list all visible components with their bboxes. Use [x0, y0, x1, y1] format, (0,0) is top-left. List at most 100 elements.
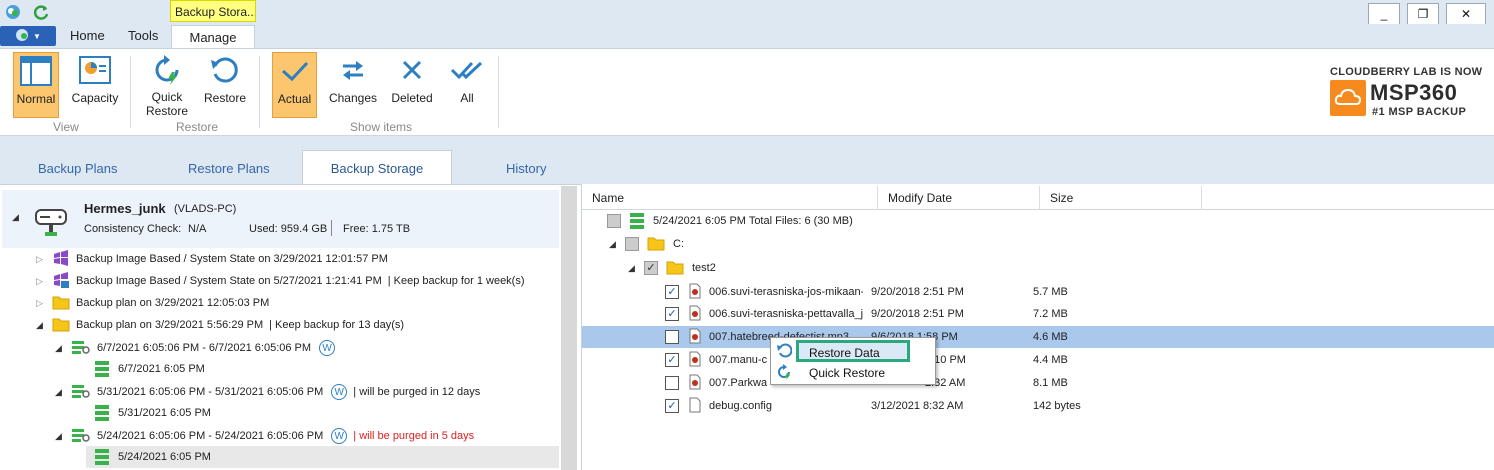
file-size: 4.4 MB [1033, 354, 1068, 366]
collapse-arrow-icon[interactable]: ◢ [55, 343, 67, 354]
context-tab-backup-storage[interactable]: Backup Stora... [170, 0, 256, 22]
drive-row[interactable]: ◢ C: [609, 233, 684, 255]
file-row[interactable]: ✓ 006.suvi-terasniska-jos-mikaan- 9/20/2… [665, 281, 1068, 303]
app-menu-button[interactable]: ▼ [0, 26, 56, 46]
view-group-label: View [53, 120, 79, 134]
collapse-arrow-icon[interactable]: ◢ [55, 431, 67, 442]
restore-icon [207, 52, 243, 88]
column-modify-date[interactable]: Modify Date [880, 186, 1040, 210]
windows-badge-icon: W [319, 340, 336, 356]
tab-home[interactable]: Home [70, 28, 105, 48]
version-icon [71, 339, 91, 358]
tree-item[interactable]: ▷ Backup plan on 3/29/2021 12:05:03 PM [36, 293, 269, 313]
version-range: 5/24/2021 6:05:06 PM - 5/24/2021 6:05:06… [97, 430, 324, 442]
ribbon-separator [130, 56, 131, 128]
tab-backup-plans[interactable]: Backup Plans [38, 150, 118, 184]
audio-file-icon [689, 351, 701, 370]
close-button[interactable]: ✕ [1446, 3, 1486, 25]
file-size: 5.7 MB [1033, 286, 1068, 298]
normal-view-button[interactable]: Normal [13, 52, 59, 118]
app-icon[interactable] [4, 3, 22, 21]
consistency-value: N/A [188, 223, 207, 235]
version-icon [71, 427, 91, 446]
file-size: 7.2 MB [1033, 308, 1068, 320]
file-row[interactable]: ✓ debug.config 3/12/2021 8:32 AM 142 byt… [665, 395, 1081, 417]
maximize-button[interactable]: ❐ [1407, 3, 1439, 25]
msp360-logo-icon [1330, 80, 1366, 116]
quick-restore-label-2: Restore [145, 104, 189, 118]
divider [331, 220, 332, 236]
folder-icon [52, 294, 70, 313]
storage-drive-icon [34, 206, 68, 243]
version-row[interactable]: ◢ 5/24/2021 6:05:06 PM - 5/24/2021 6:05:… [55, 426, 474, 446]
deleted-button[interactable]: Deleted [389, 52, 435, 118]
version-child-row-selected[interactable]: 5/24/2021 6:05 PM [94, 447, 211, 467]
collapse-arrow-icon[interactable]: ◢ [628, 263, 640, 274]
version-child-row[interactable]: 5/31/2021 6:05 PM [94, 403, 211, 423]
tab-backup-storage[interactable]: Backup Storage [302, 150, 452, 185]
tab-history[interactable]: History [506, 150, 546, 184]
file-checkbox[interactable]: ✓ [665, 285, 679, 299]
tab-manage[interactable]: Manage [171, 25, 255, 49]
collapse-arrow-icon[interactable]: ◢ [609, 239, 621, 250]
file-name: debug.config [709, 400, 772, 412]
capacity-label: Capacity [71, 91, 119, 105]
retention-note: | Keep backup for 1 week(s) [387, 275, 525, 287]
version-child-row[interactable]: 6/7/2021 6:05 PM [94, 359, 205, 379]
root-checkbox[interactable] [607, 214, 621, 228]
column-size[interactable]: Size [1042, 186, 1202, 210]
restore-button[interactable]: Restore [202, 52, 248, 118]
tree-item-label: Backup Image Based / System State on 5/2… [76, 275, 382, 287]
folder-row[interactable]: ◢ ✓ test2 [628, 257, 716, 279]
file-checkbox[interactable]: ✓ [665, 353, 679, 367]
tree-item[interactable]: ◢ Backup plan on 3/29/2021 5:56:29 PM | … [36, 315, 404, 335]
tab-restore-plans[interactable]: Restore Plans [188, 150, 270, 184]
file-checkbox[interactable]: ✓ [665, 399, 679, 413]
folder-icon [52, 316, 70, 335]
expand-arrow-icon[interactable]: ▷ [36, 276, 48, 287]
refresh-icon[interactable] [32, 3, 50, 21]
collapse-arrow-icon[interactable]: ◢ [55, 387, 67, 398]
actual-label: Actual [277, 92, 312, 106]
storage-computer: (VLADS-PC) [174, 203, 237, 215]
consistency-label: Consistency Check: [84, 223, 182, 235]
file-icon [689, 397, 701, 416]
audio-file-icon [689, 328, 701, 347]
capacity-icon [77, 52, 113, 88]
drive-checkbox[interactable] [625, 237, 639, 251]
collapse-arrow-icon[interactable]: ◢ [12, 212, 24, 223]
tree-item[interactable]: ▷ Backup Image Based / System State on 5… [36, 271, 525, 291]
quick-restore-button[interactable]: Quick Restore [144, 52, 190, 118]
minimize-button[interactable]: _ [1368, 3, 1400, 25]
file-name: 006.suvi-terasniska-jos-mikaan- [709, 286, 863, 298]
quick-restore-menu-item[interactable]: Quick Restore [809, 366, 885, 380]
file-tree-root[interactable]: 5/24/2021 6:05 PM Total Files: 6 (30 MB) [607, 210, 853, 232]
expand-arrow-icon[interactable]: ▷ [36, 254, 48, 265]
tree-item[interactable]: ▷ Backup Image Based / System State on 3… [36, 249, 388, 269]
file-checkbox[interactable] [665, 376, 679, 390]
version-row[interactable]: ◢ 6/7/2021 6:05:06 PM - 6/7/2021 6:05:06… [55, 338, 336, 358]
version-child-label: 5/24/2021 6:05 PM [118, 451, 211, 463]
file-checkbox[interactable]: ✓ [665, 307, 679, 321]
restore-data-menu-item[interactable]: Restore Data [796, 340, 910, 362]
purge-warning: | will be purged in 5 days [353, 430, 475, 442]
tree-scrollbar[interactable] [561, 186, 577, 470]
normal-view-icon [18, 53, 54, 89]
tab-tools[interactable]: Tools [128, 28, 158, 48]
folder-icon [647, 235, 665, 254]
collapse-arrow-icon[interactable]: ◢ [36, 320, 48, 331]
storage-header[interactable] [2, 190, 559, 248]
actual-button[interactable]: Actual [272, 52, 317, 118]
version-row[interactable]: ◢ 5/31/2021 6:05:06 PM - 5/31/2021 6:05:… [55, 382, 480, 402]
column-name[interactable]: Name [584, 186, 878, 210]
file-checkbox[interactable] [665, 330, 679, 344]
expand-arrow-icon[interactable]: ▷ [36, 298, 48, 309]
changes-button[interactable]: Changes [328, 52, 378, 118]
all-button[interactable]: All [446, 52, 488, 118]
free-space: Free: 1.75 TB [343, 223, 411, 235]
folder-checkbox[interactable]: ✓ [644, 261, 658, 275]
file-row[interactable]: ✓ 006.suvi-terasniska-pettavalla_ja 9/20… [665, 303, 1068, 325]
version-icon [71, 383, 91, 402]
capacity-view-button[interactable]: Capacity [70, 52, 120, 118]
windows-lock-icon [52, 271, 70, 292]
